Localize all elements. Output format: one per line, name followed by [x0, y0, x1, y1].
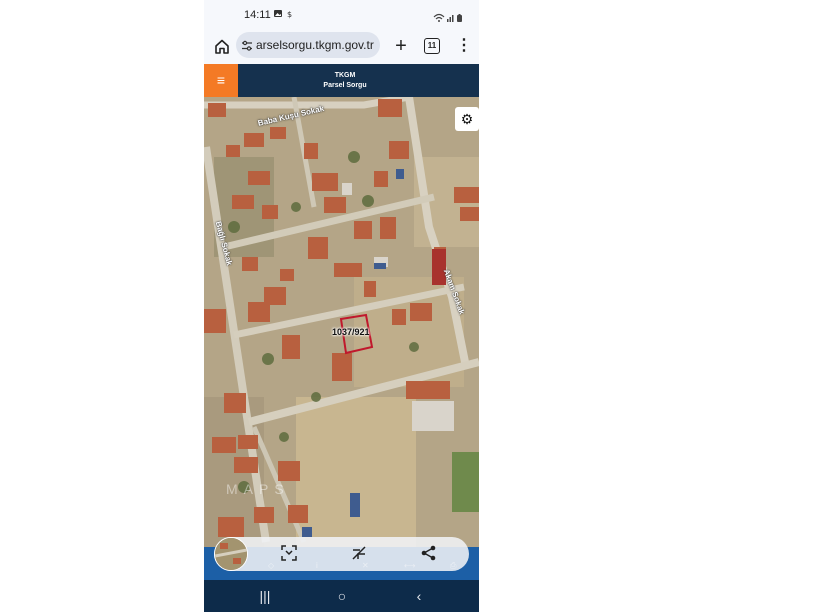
measure-icon[interactable]	[350, 544, 368, 562]
share-icon[interactable]	[420, 544, 438, 562]
app-title-line1: TKGM	[334, 72, 356, 79]
url-text: arselsorgu.tkgm.gov.tr	[256, 38, 374, 52]
url-field[interactable]: arselsorgu.tkgm.gov.tr	[236, 32, 380, 58]
system-nav-bar: ||| ○ ‹	[204, 580, 479, 612]
back-icon[interactable]: ‹	[409, 587, 429, 605]
parcel-number-label[interactable]: 1037/921	[332, 327, 370, 337]
map-watermark: MAPS	[226, 481, 290, 497]
gallery-icon: $	[274, 10, 292, 19]
notification-icons: $	[274, 9, 300, 22]
wifi-signal-battery-icon	[433, 13, 462, 22]
scan-icon[interactable]	[280, 544, 298, 562]
status-time: 14:11	[244, 9, 271, 21]
app-title-line2: Parsel Sorgu	[323, 82, 367, 89]
floating-toolbar	[214, 537, 469, 571]
app-title: TKGM Parsel Sorgu	[238, 71, 452, 91]
site-settings-icon[interactable]	[241, 39, 253, 51]
new-tab-icon[interactable]: +	[390, 35, 412, 57]
browser-toolbar: arselsorgu.tkgm.gov.tr + 11 ⋮	[204, 30, 479, 64]
gear-icon[interactable]: ⚙	[455, 107, 479, 131]
home-nav-icon[interactable]: ○	[332, 587, 352, 605]
status-bar: 14:11 $	[204, 0, 479, 30]
app-header: ≡ TKGM Parsel Sorgu	[204, 64, 479, 97]
recents-icon[interactable]: |||	[255, 587, 275, 605]
svg-text:$: $	[287, 10, 292, 19]
satellite-imagery	[204, 97, 479, 547]
tab-switcher-button[interactable]: 11	[424, 38, 440, 54]
home-icon[interactable]	[212, 37, 232, 57]
phone-screen: 14:11 $ arselsorgu.tkgm.gov.tr + 11 ⋮ ≡ …	[204, 0, 479, 612]
system-icons	[433, 10, 465, 22]
more-menu-icon[interactable]: ⋮	[456, 36, 472, 56]
map-thumbnail[interactable]	[214, 537, 248, 571]
satellite-map[interactable]: Baba Kuşu Sokak Bağlı Sokak Akam Sokak M…	[204, 97, 479, 547]
hamburger-menu-icon[interactable]: ≡	[204, 64, 238, 97]
